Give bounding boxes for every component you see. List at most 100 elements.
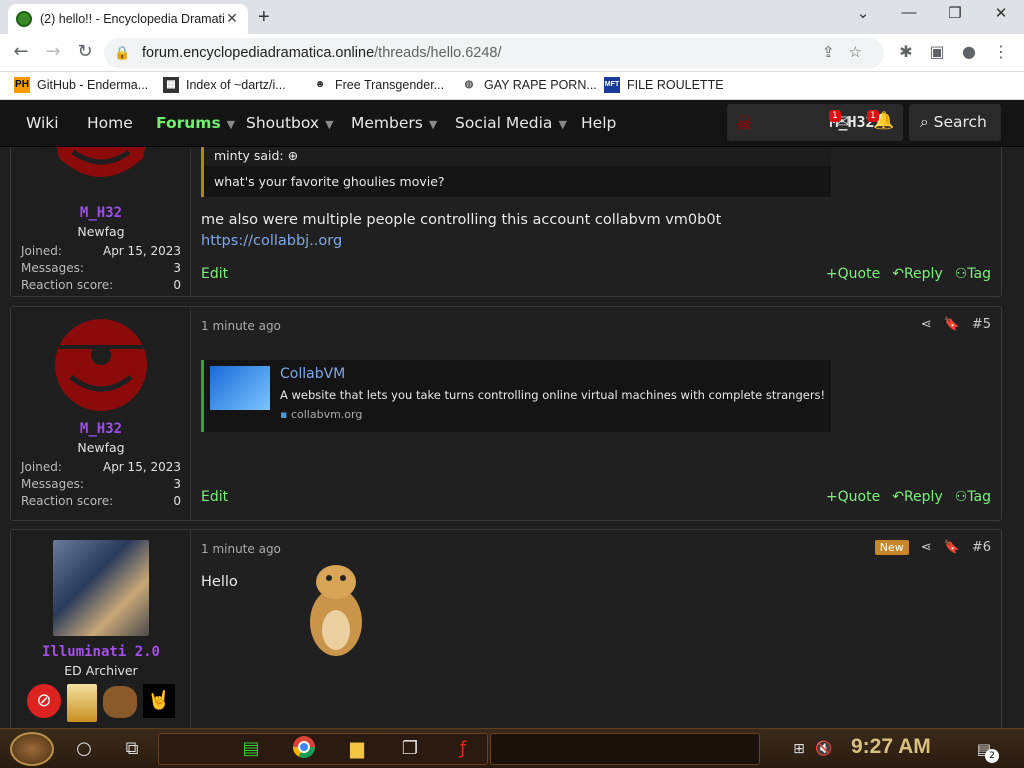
bookmark-item[interactable]: ☻ Free Transgender... [312, 77, 444, 93]
flash-icon[interactable]: ƒ [449, 735, 477, 763]
account-box[interactable]: ☠ M_H32 ✉ 1 🔔 1 [727, 104, 903, 141]
user-avatar[interactable] [53, 147, 149, 186]
chevron-down-icon[interactable]: ▼ [558, 118, 566, 131]
quote-header[interactable]: minty said: ⊕ [204, 147, 831, 166]
drink-badge-icon[interactable] [67, 684, 97, 722]
back-icon[interactable]: ← [8, 41, 34, 62]
tab-search-icon[interactable]: ⌄ [848, 4, 878, 22]
post-username[interactable]: M_H32 [11, 205, 191, 221]
user-avatar[interactable] [53, 540, 149, 636]
nav-shoutbox-label: Shoutbox [246, 114, 320, 132]
stat-reaction: Reaction score: 0 [21, 278, 181, 292]
stat-value: 0 [173, 278, 181, 292]
nav-wiki[interactable]: Wiki [26, 114, 59, 132]
post-username[interactable]: M_H32 [11, 421, 191, 437]
system-clock[interactable]: 9:27 AM [851, 735, 931, 759]
minimize-icon[interactable]: — [894, 4, 924, 21]
restore-icon[interactable]: ❐ [940, 4, 970, 22]
new-tab-icon[interactable]: + [258, 6, 270, 29]
start-button[interactable] [10, 732, 54, 766]
extensions-icon[interactable]: ✱ [895, 42, 917, 61]
reload-icon[interactable]: ↻ [72, 41, 98, 62]
bookmark-icon[interactable]: 🔖 [944, 540, 960, 555]
user-avatar: ☠ [735, 111, 753, 135]
share-star-icons[interactable]: ⇪☆ [822, 38, 876, 68]
window-switcher-icon[interactable]: ❐ [396, 735, 424, 763]
rock-hand-badge-icon[interactable]: 🤘 [143, 684, 175, 718]
tag-button[interactable]: ⚇Tag [955, 489, 991, 505]
edit-button[interactable]: Edit [201, 489, 228, 505]
quote-button[interactable]: +Quote [826, 489, 880, 505]
bookmark-item[interactable]: ▦ Index of ~dartz/i... [163, 77, 286, 93]
close-tab-icon[interactable]: ✕ [224, 11, 240, 27]
chevron-down-icon[interactable]: ▼ [429, 118, 437, 131]
chrome-icon[interactable] [290, 735, 318, 763]
ph-icon: PH [14, 77, 30, 93]
chevron-down-icon[interactable]: ▼ [227, 118, 235, 131]
embed-description: A website that lets you take turns contr… [280, 388, 826, 402]
address-bar[interactable]: 🔒 forum.encyclopediadramatica.online/thr… [104, 38, 884, 68]
share-icon[interactable]: ⋖ [921, 540, 932, 555]
forward-icon[interactable]: → [40, 41, 66, 62]
post-actions: +Quote ↶Reply ⚇Tag [826, 489, 991, 505]
nav-help[interactable]: Help [581, 114, 616, 132]
notes-app-icon[interactable]: ▤ [237, 735, 265, 763]
stat-reaction: Reaction score: 0 [21, 494, 181, 508]
menu-icon[interactable]: ⋮ [990, 42, 1012, 61]
bookmark-icon[interactable]: 🔖 [944, 317, 960, 332]
stat-value: 0 [173, 494, 181, 508]
post-time[interactable]: 1 minute ago [201, 319, 281, 333]
nav-home[interactable]: Home [87, 114, 133, 132]
post-link[interactable]: https://collabbj..org [201, 233, 342, 249]
tag-button[interactable]: ⚇Tag [955, 266, 991, 282]
close-window-icon[interactable]: ✕ [986, 4, 1016, 22]
quote-button[interactable]: +Quote [826, 266, 880, 282]
tab-title: (2) hello!! - Encyclopedia Dramatica [40, 12, 224, 26]
nav-members[interactable]: Members ▼ [351, 114, 437, 132]
nav-social-media[interactable]: Social Media ▼ [455, 114, 567, 132]
profile-icon[interactable]: ● [958, 42, 980, 61]
side-panel-icon[interactable]: ▣ [926, 42, 948, 61]
post-meta-actions: New ⋖ 🔖 #6 [874, 540, 991, 555]
post-body: 1 minute ago New ⋖ 🔖 #6 Hello [201, 530, 991, 728]
reply-button[interactable]: ↶Reply [892, 489, 943, 505]
arrow-up-circle-icon[interactable]: ⊕ [288, 148, 298, 163]
stat-messages: Messages: 3 [21, 477, 181, 491]
stat-label: Messages: [21, 477, 84, 491]
post-number[interactable]: #5 [972, 317, 991, 332]
no-sign-badge-icon[interactable]: ⊘ [27, 684, 61, 718]
stat-value: Apr 15, 2023 [102, 244, 181, 258]
bookmark-item[interactable]: ◍ GAY RAPE PORN... [461, 77, 597, 93]
stat-value: Apr 15, 2023 [102, 460, 181, 474]
bear-badge-icon[interactable] [103, 686, 137, 718]
site-favicon-icon [16, 11, 32, 27]
bookmark-item[interactable]: PH GitHub - Enderma... [14, 77, 148, 93]
post-time[interactable]: 1 minute ago [201, 542, 281, 556]
bookmark-label: FILE ROULETTE [627, 78, 724, 92]
task-view-icon[interactable]: ⧉ [118, 735, 146, 763]
user-title: Newfag [77, 440, 125, 455]
stat-value: 3 [173, 261, 181, 275]
lock-icon[interactable]: 🔒 [114, 38, 130, 68]
user-avatar[interactable] [53, 317, 149, 413]
post-body: 1 minute ago ⋖ 🔖 #5 CollabVM A website t… [201, 307, 991, 522]
post-number[interactable]: #6 [972, 540, 991, 555]
link-embed[interactable]: CollabVM A website that lets you take tu… [201, 360, 831, 432]
post-username[interactable]: Illuminati 2.0 [11, 644, 191, 660]
embed-title[interactable]: CollabVM [280, 366, 345, 382]
network-icon[interactable]: ⊞ [785, 735, 813, 763]
reply-button[interactable]: ↶Reply [892, 266, 943, 282]
file-explorer-icon[interactable]: ▆ [343, 735, 371, 763]
cortana-icon[interactable]: ○ [70, 735, 98, 763]
nav-shoutbox[interactable]: Shoutbox ▼ [246, 114, 334, 132]
nav-forums[interactable]: Forums ▼ [156, 114, 235, 132]
chevron-down-icon[interactable]: ▼ [325, 118, 333, 131]
browser-tab[interactable]: (2) hello!! - Encyclopedia Dramatica ✕ [8, 4, 248, 34]
edit-button[interactable]: Edit [201, 266, 228, 282]
volume-muted-icon[interactable]: 🔇 [810, 735, 838, 763]
search-button[interactable]: ⌕ Search [909, 104, 1001, 141]
quote-label: Quote [837, 266, 881, 282]
share-icon[interactable]: ⋖ [921, 317, 932, 332]
nav-social-label: Social Media [455, 114, 553, 132]
bookmark-item[interactable]: MFT FILE ROULETTE [604, 77, 724, 93]
